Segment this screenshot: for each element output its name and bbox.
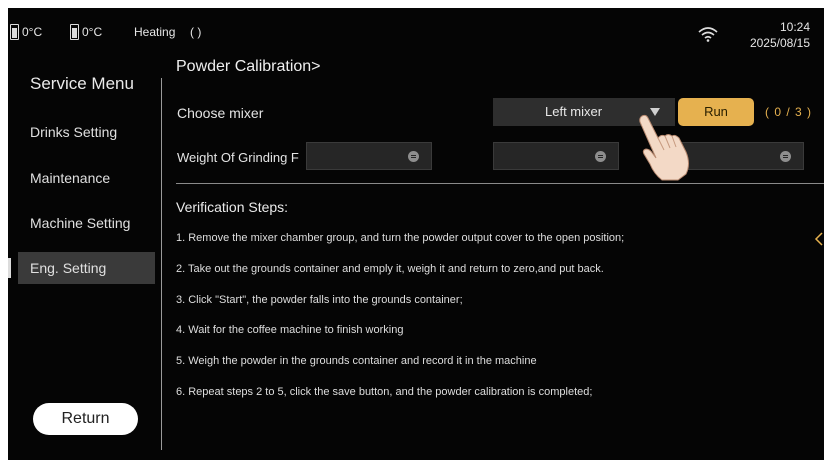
screen: 0°C 0°C Heating ( ) 10:24 2025/08/15 Ser… <box>8 8 824 460</box>
wifi-icon <box>698 27 718 42</box>
section-divider <box>176 183 824 184</box>
step-item: 5. Weigh the powder in the grounds conta… <box>176 355 537 367</box>
step-item: 1. Remove the mixer chamber group, and t… <box>176 232 625 244</box>
sidebar-title: Service Menu <box>30 74 134 93</box>
step-item: 3. Click "Start", the powder falls into … <box>176 294 463 306</box>
step-item: 6. Repeat steps 2 to 5, click the save b… <box>176 386 593 398</box>
step-item: 4. Wait for the coffee machine to finish… <box>176 324 404 336</box>
page-title: Powder Calibration> <box>176 58 321 75</box>
battery-icon <box>10 24 19 40</box>
keyboard-icon <box>595 151 606 162</box>
weight-label: Weight Of Grinding F <box>177 150 299 165</box>
sidebar-item-drinks-setting[interactable]: Drinks Setting <box>18 116 155 148</box>
temperature-2: 0°C <box>82 25 103 39</box>
weight-field-1[interactable] <box>306 142 432 170</box>
keyboard-icon <box>408 151 419 162</box>
sidebar-item-machine-setting[interactable]: Machine Setting <box>18 207 155 239</box>
heating-value: ( ) <box>190 25 202 39</box>
active-marker <box>8 258 11 278</box>
heating-label: Heating <box>134 25 176 39</box>
run-counter: ( 0 / 3 ) <box>765 105 813 119</box>
temperature-1: 0°C <box>22 25 43 39</box>
weight-field-2[interactable] <box>493 142 619 170</box>
keyboard-icon <box>780 151 791 162</box>
chevron-left-icon[interactable] <box>814 232 824 246</box>
battery-icon <box>70 24 79 40</box>
step-item: 2. Take out the grounds container and em… <box>176 263 604 275</box>
choose-mixer-label: Choose mixer <box>177 105 264 121</box>
return-button[interactable]: Return <box>33 403 138 435</box>
sidebar-item-maintenance[interactable]: Maintenance <box>18 162 155 194</box>
hand-pointer-icon <box>639 114 689 181</box>
clock-date: 2025/08/15 <box>749 36 810 50</box>
sidebar-item-eng-setting[interactable]: Eng. Setting <box>18 252 155 284</box>
clock-time: 10:24 <box>779 20 810 34</box>
sidebar-divider <box>161 78 162 450</box>
steps-title: Verification Steps: <box>176 199 289 215</box>
mixer-select-value: Left mixer <box>545 104 603 119</box>
status-bar: 0°C 0°C Heating ( ) 10:24 2025/08/15 <box>8 8 824 58</box>
